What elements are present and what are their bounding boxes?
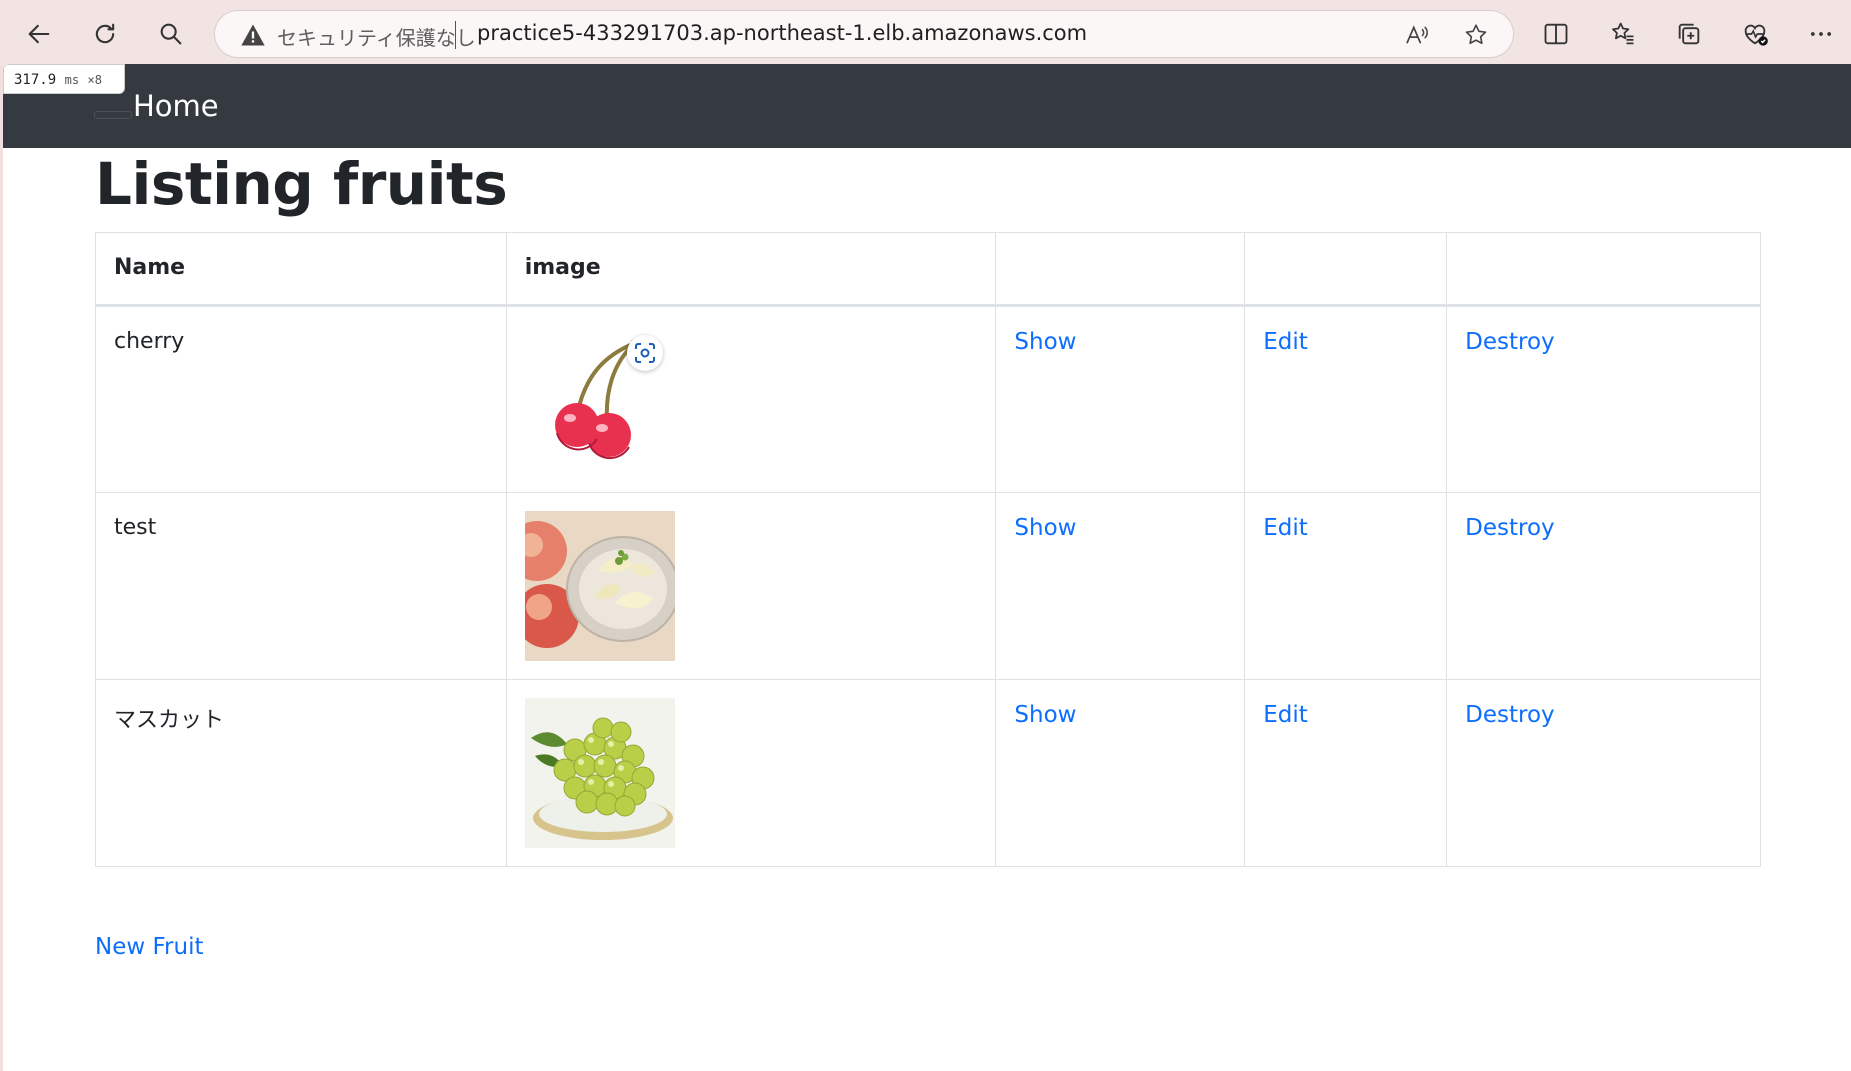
header-edit: [1244, 232, 1448, 307]
perf-unit: ms: [64, 73, 80, 87]
star-icon: [1465, 24, 1487, 45]
table-header-row: Name image: [95, 232, 1761, 307]
heart-pulse-icon: [1744, 24, 1768, 46]
collections-button[interactable]: [1667, 12, 1711, 56]
edit-cell: Edit: [1244, 679, 1448, 867]
security-label[interactable]: セキュリティ保護なし: [277, 22, 476, 51]
browser-toolbar: セキュリティ保護なし practice5-433291703.ap-northe…: [0, 0, 1851, 66]
split-screen-button[interactable]: [1534, 12, 1578, 56]
show-cell: Show: [995, 492, 1246, 680]
edit-link[interactable]: Edit: [1263, 515, 1308, 541]
destroy-cell: Destroy: [1446, 679, 1761, 867]
performance-badge[interactable]: 317.9 ms ×8: [3, 64, 125, 94]
back-button[interactable]: [17, 12, 61, 56]
address-bar[interactable]: セキュリティ保護なし practice5-433291703.ap-northe…: [214, 10, 1514, 58]
destroy-link[interactable]: Destroy: [1465, 702, 1555, 728]
nav-home-link[interactable]: Home: [133, 89, 219, 123]
table-row: test Show Edit Destroy: [95, 492, 1761, 680]
refresh-icon: [95, 23, 115, 44]
fruit-name: test: [95, 492, 507, 680]
destroy-cell: Destroy: [1446, 492, 1761, 680]
header-destroy: [1446, 232, 1761, 307]
browser-essentials-button[interactable]: [1733, 12, 1777, 56]
edit-cell: Edit: [1244, 305, 1448, 493]
favorites-button[interactable]: [1601, 12, 1645, 56]
fruits-table: Name image cherry Show Edit Destroy test…: [95, 232, 1761, 867]
visual-search-icon: [634, 343, 655, 363]
favorite-button[interactable]: [1460, 19, 1492, 51]
fruit-name: マスカット: [95, 679, 507, 867]
read-aloud-icon: [1406, 25, 1428, 44]
show-cell: Show: [995, 305, 1246, 493]
split-screen-icon: [1544, 23, 1568, 45]
show-link[interactable]: Show: [1014, 329, 1076, 355]
destroy-cell: Destroy: [1446, 305, 1761, 493]
fruit-name: cherry: [95, 305, 507, 493]
cherry-image: [525, 325, 675, 475]
show-link[interactable]: Show: [1014, 515, 1076, 541]
edit-link[interactable]: Edit: [1263, 329, 1308, 355]
fruit-image-cell: [505, 679, 997, 867]
refresh-button[interactable]: [83, 12, 127, 56]
header-show: [995, 232, 1246, 307]
peach-image: [524, 511, 675, 661]
edit-link[interactable]: Edit: [1263, 702, 1308, 728]
more-menu-button[interactable]: [1799, 12, 1843, 56]
table-row: cherry Show Edit Destroy: [95, 305, 1761, 493]
fruit-image-cell: [505, 492, 997, 680]
page-title: Listing fruits: [95, 150, 508, 218]
more-dots-icon: [1810, 32, 1832, 36]
destroy-link[interactable]: Destroy: [1465, 515, 1555, 541]
page-viewport: Home 317.9 ms ×8 Listing fruits Name ima…: [3, 64, 1851, 1071]
edit-cell: Edit: [1244, 492, 1448, 680]
address-separator: [455, 21, 456, 49]
favorites-list-icon: [1612, 22, 1634, 45]
muscat-image: [524, 698, 675, 848]
collections-icon: [1678, 23, 1700, 45]
navbar: Home: [3, 64, 1851, 148]
navbar-toggler[interactable]: [94, 111, 132, 119]
read-aloud-button[interactable]: [1401, 19, 1433, 51]
header-image: image: [505, 232, 997, 307]
visual-search-button[interactable]: [626, 335, 663, 371]
destroy-link[interactable]: Destroy: [1465, 329, 1555, 355]
back-arrow-icon: [28, 24, 50, 44]
perf-time: 317.9: [14, 72, 57, 88]
url-text[interactable]: practice5-433291703.ap-northeast-1.elb.a…: [477, 21, 1087, 45]
search-button[interactable]: [149, 12, 193, 56]
header-name: Name: [95, 232, 507, 307]
new-fruit-link[interactable]: New Fruit: [95, 934, 203, 960]
search-icon: [160, 23, 182, 45]
show-link[interactable]: Show: [1014, 702, 1076, 728]
fruit-image-cell: [505, 305, 997, 493]
table-row: マスカット Show Edit Destroy: [95, 679, 1761, 867]
perf-multiplier: ×8: [87, 73, 102, 87]
warning-icon: [241, 24, 265, 46]
show-cell: Show: [995, 679, 1246, 867]
